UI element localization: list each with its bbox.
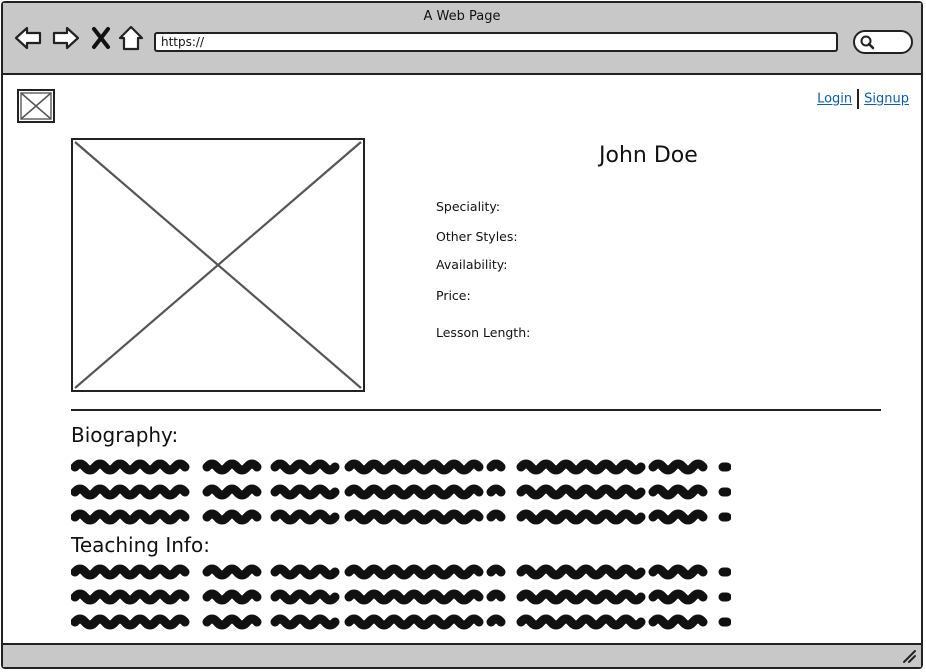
status-bar (3, 643, 921, 667)
window-title: A Web Page (423, 9, 501, 24)
browser-window: A Web Page https:// Login Signup John Do… (1, 1, 923, 669)
signup-link[interactable]: Signup (864, 92, 909, 107)
forward-button[interactable] (51, 23, 81, 53)
other-styles-label: Other Styles: (436, 229, 518, 244)
auth-links: Login Signup (817, 89, 909, 109)
login-link[interactable]: Login (817, 92, 852, 107)
back-button[interactable] (13, 23, 43, 53)
auth-separator (857, 89, 860, 109)
profile-photo (71, 138, 365, 396)
lesson-length-label: Lesson Length: (436, 325, 531, 340)
section-divider (71, 409, 881, 411)
teaching-info-heading: Teaching Info: (71, 533, 210, 557)
resize-grip-icon[interactable] (901, 648, 917, 664)
image-placeholder-icon (71, 138, 365, 392)
site-logo[interactable] (17, 89, 55, 127)
biography-text-block (71, 459, 731, 525)
price-label: Price: (436, 288, 471, 303)
speciality-label: Speciality: (436, 199, 501, 214)
image-placeholder-icon (17, 89, 55, 123)
home-icon (118, 25, 144, 51)
close-icon (92, 27, 110, 49)
profile-name: John Doe (599, 143, 698, 168)
home-button[interactable] (117, 23, 147, 53)
stop-button[interactable] (89, 23, 119, 53)
search-button[interactable] (853, 30, 913, 54)
address-bar[interactable]: https:// (154, 32, 838, 52)
search-icon (860, 35, 875, 50)
browser-toolbar: A Web Page https:// (3, 3, 921, 75)
biography-heading: Biography: (71, 423, 179, 447)
address-text: https:// (161, 35, 205, 49)
availability-label: Availability: (436, 257, 508, 272)
teaching-info-text-block (71, 564, 731, 630)
back-arrow-icon (14, 26, 42, 50)
forward-arrow-icon (52, 26, 80, 50)
